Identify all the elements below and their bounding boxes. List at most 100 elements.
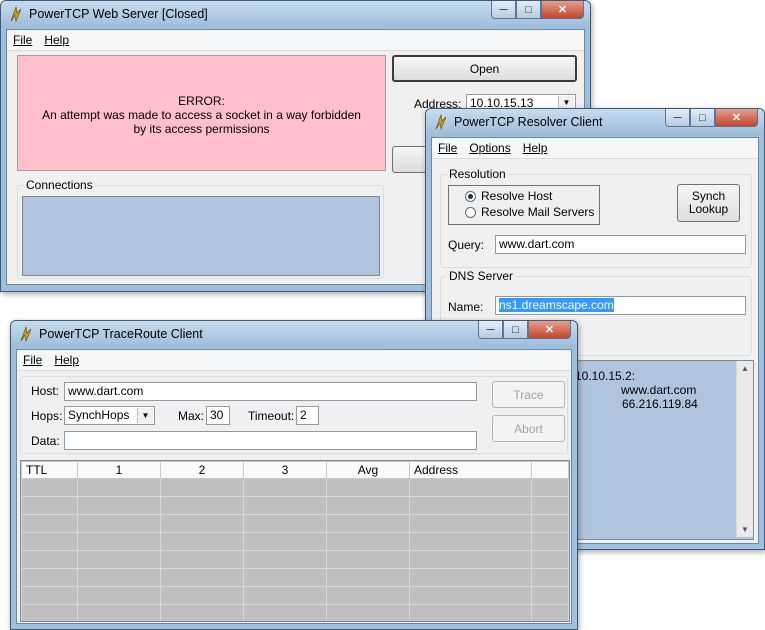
grid-cell[interactable] xyxy=(77,478,161,497)
dns-name-input[interactable]: ns1.dreamscape.com xyxy=(495,296,746,315)
grid-cell[interactable] xyxy=(160,496,244,515)
grid-cell[interactable] xyxy=(326,604,410,621)
grid-cell[interactable] xyxy=(531,478,569,497)
maximize-button[interactable]: □ xyxy=(516,1,541,19)
web-server-titlebar[interactable]: PowerTCP Web Server [Closed] ─ □ ✕ xyxy=(1,1,590,27)
grid-cell[interactable] xyxy=(77,604,161,621)
connections-list[interactable] xyxy=(22,196,380,276)
grid-cell[interactable] xyxy=(531,568,569,587)
grid-cell[interactable] xyxy=(160,586,244,605)
table-row[interactable] xyxy=(21,478,569,497)
grid-cell[interactable] xyxy=(21,478,78,497)
abort-button[interactable]: Abort xyxy=(492,415,565,442)
chevron-down-icon[interactable]: ▼ xyxy=(137,408,153,423)
grid-cell[interactable] xyxy=(243,514,327,533)
menu-options[interactable]: Options xyxy=(463,141,516,155)
grid-cell[interactable] xyxy=(531,604,569,621)
host-input[interactable]: www.dart.com xyxy=(64,382,477,401)
grid-cell[interactable] xyxy=(77,532,161,551)
grid-cell[interactable] xyxy=(531,532,569,551)
grid-cell[interactable] xyxy=(160,514,244,533)
grid-cell[interactable] xyxy=(243,532,327,551)
query-input[interactable]: www.dart.com xyxy=(495,235,746,254)
grid-cell[interactable] xyxy=(409,496,532,515)
resolver-titlebar[interactable]: PowerTCP Resolver Client ─ □ ✕ xyxy=(426,109,764,135)
grid-cell[interactable] xyxy=(326,514,410,533)
radio-resolve-mail[interactable] xyxy=(465,207,476,218)
column-header-3[interactable]: 3 xyxy=(243,461,327,479)
minimize-button[interactable]: ─ xyxy=(491,1,516,19)
scroll-up-icon[interactable]: ▲ xyxy=(737,364,753,373)
traceroute-titlebar[interactable]: PowerTCP TraceRoute Client ─ □ ✕ xyxy=(11,321,577,347)
column-header-avg[interactable]: Avg xyxy=(326,461,410,479)
grid-cell[interactable] xyxy=(409,568,532,587)
minimize-button[interactable]: ─ xyxy=(478,321,503,339)
timeout-input[interactable]: 2 xyxy=(296,406,319,425)
column-header-1[interactable]: 1 xyxy=(77,461,161,479)
grid-cell[interactable] xyxy=(21,586,78,605)
grid-cell[interactable] xyxy=(21,604,78,621)
column-header-2[interactable]: 2 xyxy=(160,461,244,479)
table-row[interactable] xyxy=(21,496,569,515)
grid-cell[interactable] xyxy=(409,532,532,551)
grid-cell[interactable] xyxy=(326,550,410,569)
grid-cell[interactable] xyxy=(21,550,78,569)
maximize-button[interactable]: □ xyxy=(503,321,528,339)
grid-cell[interactable] xyxy=(409,514,532,533)
grid-cell[interactable] xyxy=(531,514,569,533)
column-header-address[interactable]: Address xyxy=(409,461,532,479)
table-row[interactable] xyxy=(21,550,569,569)
menu-help[interactable]: Help xyxy=(48,353,85,367)
grid-cell[interactable] xyxy=(160,604,244,621)
grid-cell[interactable] xyxy=(409,478,532,497)
table-row[interactable] xyxy=(21,568,569,587)
close-button[interactable]: ✕ xyxy=(541,1,584,19)
menu-file[interactable]: File xyxy=(432,141,463,155)
table-row[interactable] xyxy=(21,514,569,533)
menu-file[interactable]: File xyxy=(17,353,48,367)
scroll-down-icon[interactable]: ▼ xyxy=(737,525,753,534)
radio-resolve-host[interactable] xyxy=(465,191,476,202)
grid-cell[interactable] xyxy=(531,550,569,569)
menu-help[interactable]: Help xyxy=(517,141,554,155)
grid-cell[interactable] xyxy=(326,586,410,605)
grid-cell[interactable] xyxy=(21,496,78,515)
grid-cell[interactable] xyxy=(409,550,532,569)
grid-cell[interactable] xyxy=(21,514,78,533)
grid-cell[interactable] xyxy=(21,568,78,587)
close-button[interactable]: ✕ xyxy=(715,109,758,127)
grid-cell[interactable] xyxy=(160,568,244,587)
table-row[interactable] xyxy=(21,586,569,605)
grid-cell[interactable] xyxy=(160,478,244,497)
grid-cell[interactable] xyxy=(77,514,161,533)
grid-cell[interactable] xyxy=(160,532,244,551)
grid-cell[interactable] xyxy=(21,532,78,551)
grid-cell[interactable] xyxy=(243,478,327,497)
grid-cell[interactable] xyxy=(409,604,532,621)
grid-cell[interactable] xyxy=(326,568,410,587)
grid-cell[interactable] xyxy=(326,478,410,497)
grid-cell[interactable] xyxy=(77,568,161,587)
table-row[interactable] xyxy=(21,604,569,621)
synch-lookup-button[interactable]: Synch Lookup xyxy=(677,184,740,222)
vertical-scrollbar[interactable]: ▲ ▼ xyxy=(736,361,753,537)
grid-cell[interactable] xyxy=(531,496,569,515)
open-button[interactable]: Open xyxy=(392,55,577,82)
trace-button[interactable]: Trace xyxy=(492,381,565,408)
grid-cell[interactable] xyxy=(243,568,327,587)
close-button[interactable]: ✕ xyxy=(528,321,571,339)
minimize-button[interactable]: ─ xyxy=(665,109,690,127)
grid-cell[interactable] xyxy=(77,586,161,605)
menu-file[interactable]: File xyxy=(7,33,38,47)
max-input[interactable]: 30 xyxy=(206,406,230,425)
grid-cell[interactable] xyxy=(531,586,569,605)
column-header-ttl[interactable]: TTL xyxy=(21,461,78,479)
menu-help[interactable]: Help xyxy=(38,33,75,47)
grid-cell[interactable] xyxy=(77,550,161,569)
grid-cell[interactable] xyxy=(326,532,410,551)
grid-cell[interactable] xyxy=(409,586,532,605)
hops-combo[interactable]: SynchHops ▼ xyxy=(64,406,155,425)
grid-cell[interactable] xyxy=(243,496,327,515)
grid-cell[interactable] xyxy=(160,550,244,569)
trace-results-grid[interactable]: TTL 1 2 3 Avg Address xyxy=(20,460,570,622)
